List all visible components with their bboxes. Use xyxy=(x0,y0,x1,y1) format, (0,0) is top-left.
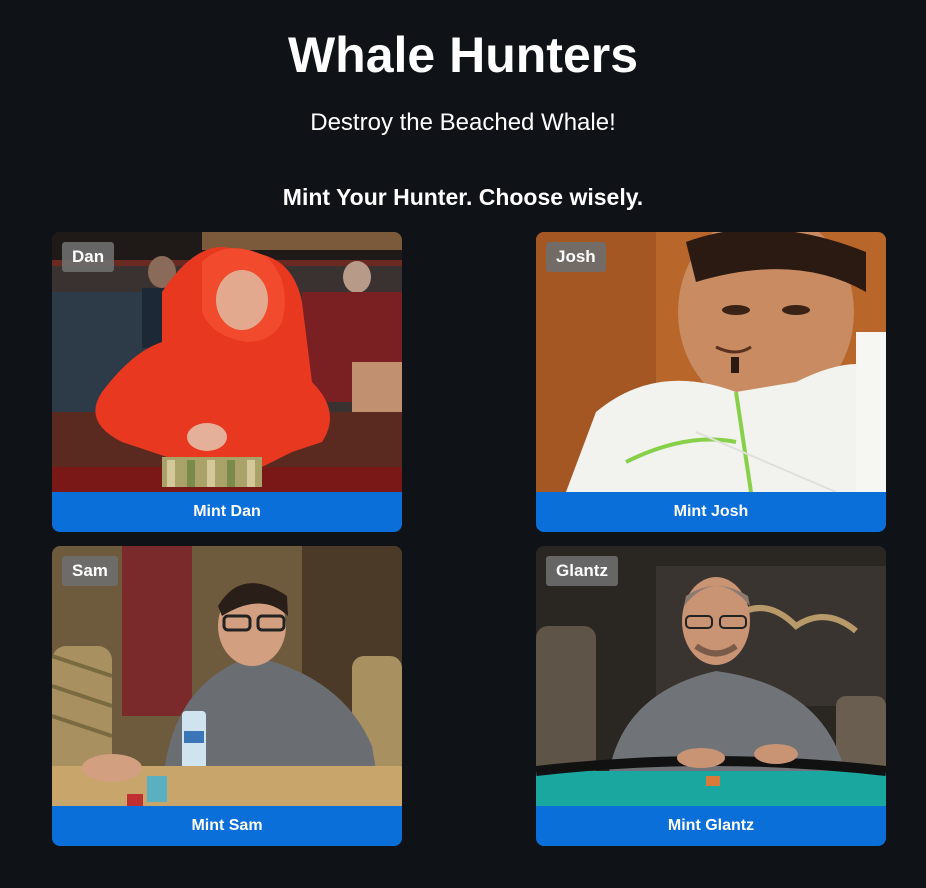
mint-sam-button[interactable]: Mint Sam xyxy=(52,806,402,846)
mint-section-heading: Mint Your Hunter. Choose wisely. xyxy=(282,184,644,210)
hunter-name-tag: Glantz xyxy=(546,556,618,586)
hunter-name-tag: Sam xyxy=(62,556,118,586)
page-title: Whale Hunters xyxy=(287,27,639,83)
hunter-card-glantz: Glantz Mint Glantz xyxy=(536,546,886,846)
hunter-card-josh: Josh Mint Josh xyxy=(536,232,886,532)
mint-dan-button[interactable]: Mint Dan xyxy=(52,492,402,532)
hunter-name-tag: Josh xyxy=(546,242,606,272)
page-subtitle: Destroy the Beached Whale! xyxy=(310,109,616,136)
hunter-card-dan: Dan Mint Dan xyxy=(52,232,402,532)
hunter-card-sam: Sam Mint Sam xyxy=(52,546,402,846)
mint-glantz-button[interactable]: Mint Glantz xyxy=(536,806,886,846)
hunter-name-tag: Dan xyxy=(62,242,115,272)
mint-josh-button[interactable]: Mint Josh xyxy=(536,492,886,532)
